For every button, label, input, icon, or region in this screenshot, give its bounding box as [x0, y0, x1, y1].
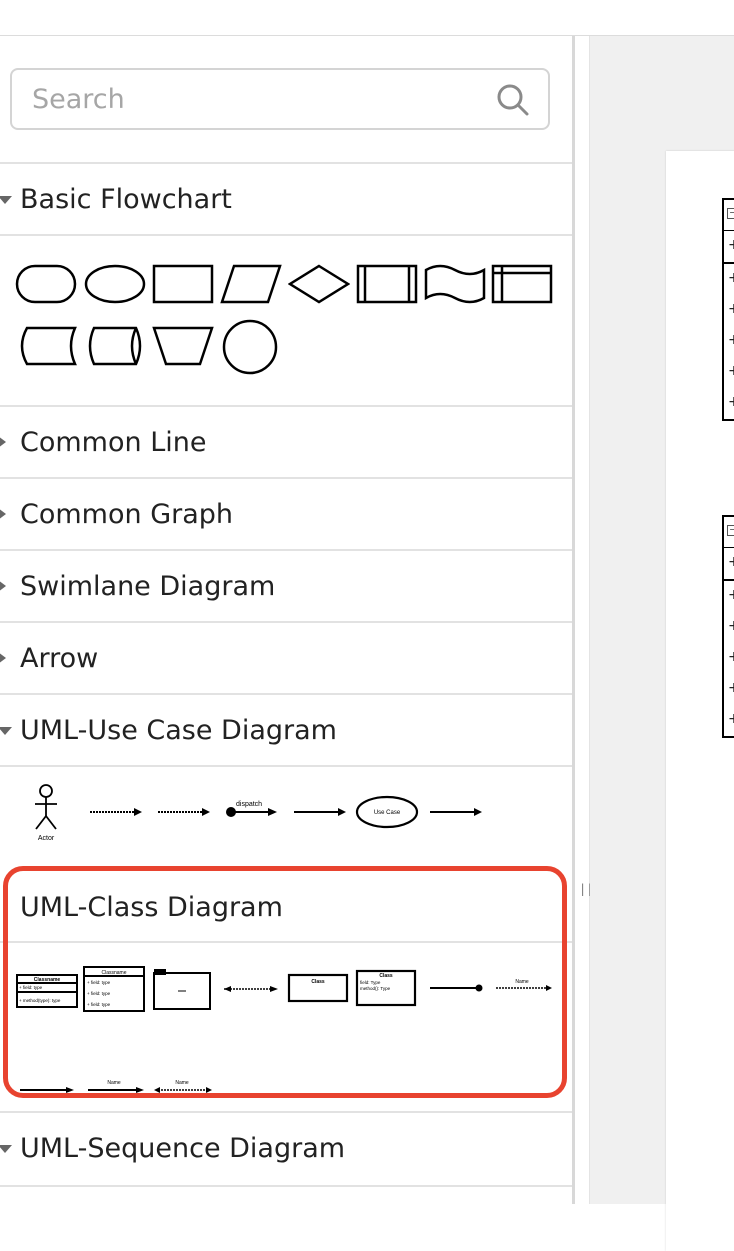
- actor-shape[interactable]: Actor: [30, 783, 62, 845]
- section-arrow[interactable]: Arrow: [0, 621, 572, 693]
- caret-down-icon: [0, 727, 12, 735]
- caret-down-icon: [0, 196, 12, 204]
- stored-data-shape[interactable]: [15, 326, 77, 366]
- manual-operation-shape[interactable]: [152, 326, 214, 366]
- section-next: [0, 1185, 572, 1204]
- caret-right-icon: [0, 508, 6, 520]
- collapse-icon[interactable]: −: [727, 208, 734, 219]
- search-icon[interactable]: [496, 83, 530, 117]
- predefined-process-shape[interactable]: [356, 264, 418, 304]
- data-shape[interactable]: [220, 264, 282, 304]
- circle-shape[interactable]: [220, 319, 280, 375]
- caret-right-icon: [0, 652, 6, 664]
- use-case-ellipse-shape[interactable]: Use Case: [355, 795, 419, 829]
- flowchart-shapes: [0, 234, 572, 405]
- section-title: Basic Flowchart: [20, 184, 232, 215]
- collapse-icon[interactable]: −: [727, 525, 734, 536]
- uml-class-highlight-frame: [3, 866, 567, 1098]
- uml-class-table[interactable]: − + + + + + +: [722, 515, 734, 738]
- association-arrow-shape[interactable]: [292, 805, 348, 819]
- caret-right-icon: [0, 436, 6, 448]
- tape-shape[interactable]: [424, 264, 486, 304]
- terminator-shape[interactable]: [15, 264, 77, 304]
- section-common-line[interactable]: Common Line: [0, 405, 572, 477]
- generalization-arrow-shape[interactable]: [428, 805, 484, 819]
- ellipse-shape[interactable]: [84, 264, 146, 304]
- caret-right-icon: [0, 580, 6, 592]
- diagram-canvas[interactable]: − + + + + + + − + + + + + +: [590, 36, 734, 1251]
- extend-arrow-shape[interactable]: [156, 805, 212, 819]
- dispatch-label: dispatch: [236, 801, 262, 808]
- caret-down-icon: [0, 1145, 12, 1153]
- actor-label: Actor: [38, 835, 55, 842]
- section-uml-sequence[interactable]: UML-Sequence Diagram: [0, 1111, 572, 1185]
- include-arrow-shape[interactable]: [88, 805, 144, 819]
- use-case-label: Use Case: [374, 810, 401, 816]
- decision-shape[interactable]: [288, 264, 350, 304]
- section-title: Common Graph: [20, 499, 234, 530]
- search-input[interactable]: [32, 70, 472, 128]
- section-title: UML-Use Case Diagram: [20, 715, 337, 746]
- top-toolbar: [0, 0, 734, 36]
- section-title: UML-Sequence Diagram: [20, 1133, 346, 1164]
- section-basic-flowchart[interactable]: Basic Flowchart: [0, 162, 572, 234]
- section-title: Common Line: [20, 427, 207, 458]
- section-title: Arrow: [20, 643, 99, 674]
- section-uml-use-case[interactable]: UML-Use Case Diagram: [0, 693, 572, 765]
- internal-storage-shape[interactable]: [491, 264, 553, 304]
- sidebar-splitter[interactable]: ||: [575, 36, 593, 1204]
- search-box[interactable]: [10, 68, 550, 130]
- section-swimlane-diagram[interactable]: Swimlane Diagram: [0, 549, 572, 621]
- process-shape[interactable]: [152, 264, 214, 304]
- canvas-page[interactable]: − + + + + + + − + + + + + +: [666, 151, 734, 1251]
- use-case-shapes: Actor dispatch Use Case: [0, 765, 572, 869]
- section-title: Swimlane Diagram: [20, 571, 276, 602]
- section-common-graph[interactable]: Common Graph: [0, 477, 572, 549]
- direct-data-shape[interactable]: [84, 326, 146, 366]
- uml-class-table[interactable]: − + + + + + +: [722, 198, 734, 421]
- dispatch-arrow-shape[interactable]: dispatch: [222, 797, 280, 823]
